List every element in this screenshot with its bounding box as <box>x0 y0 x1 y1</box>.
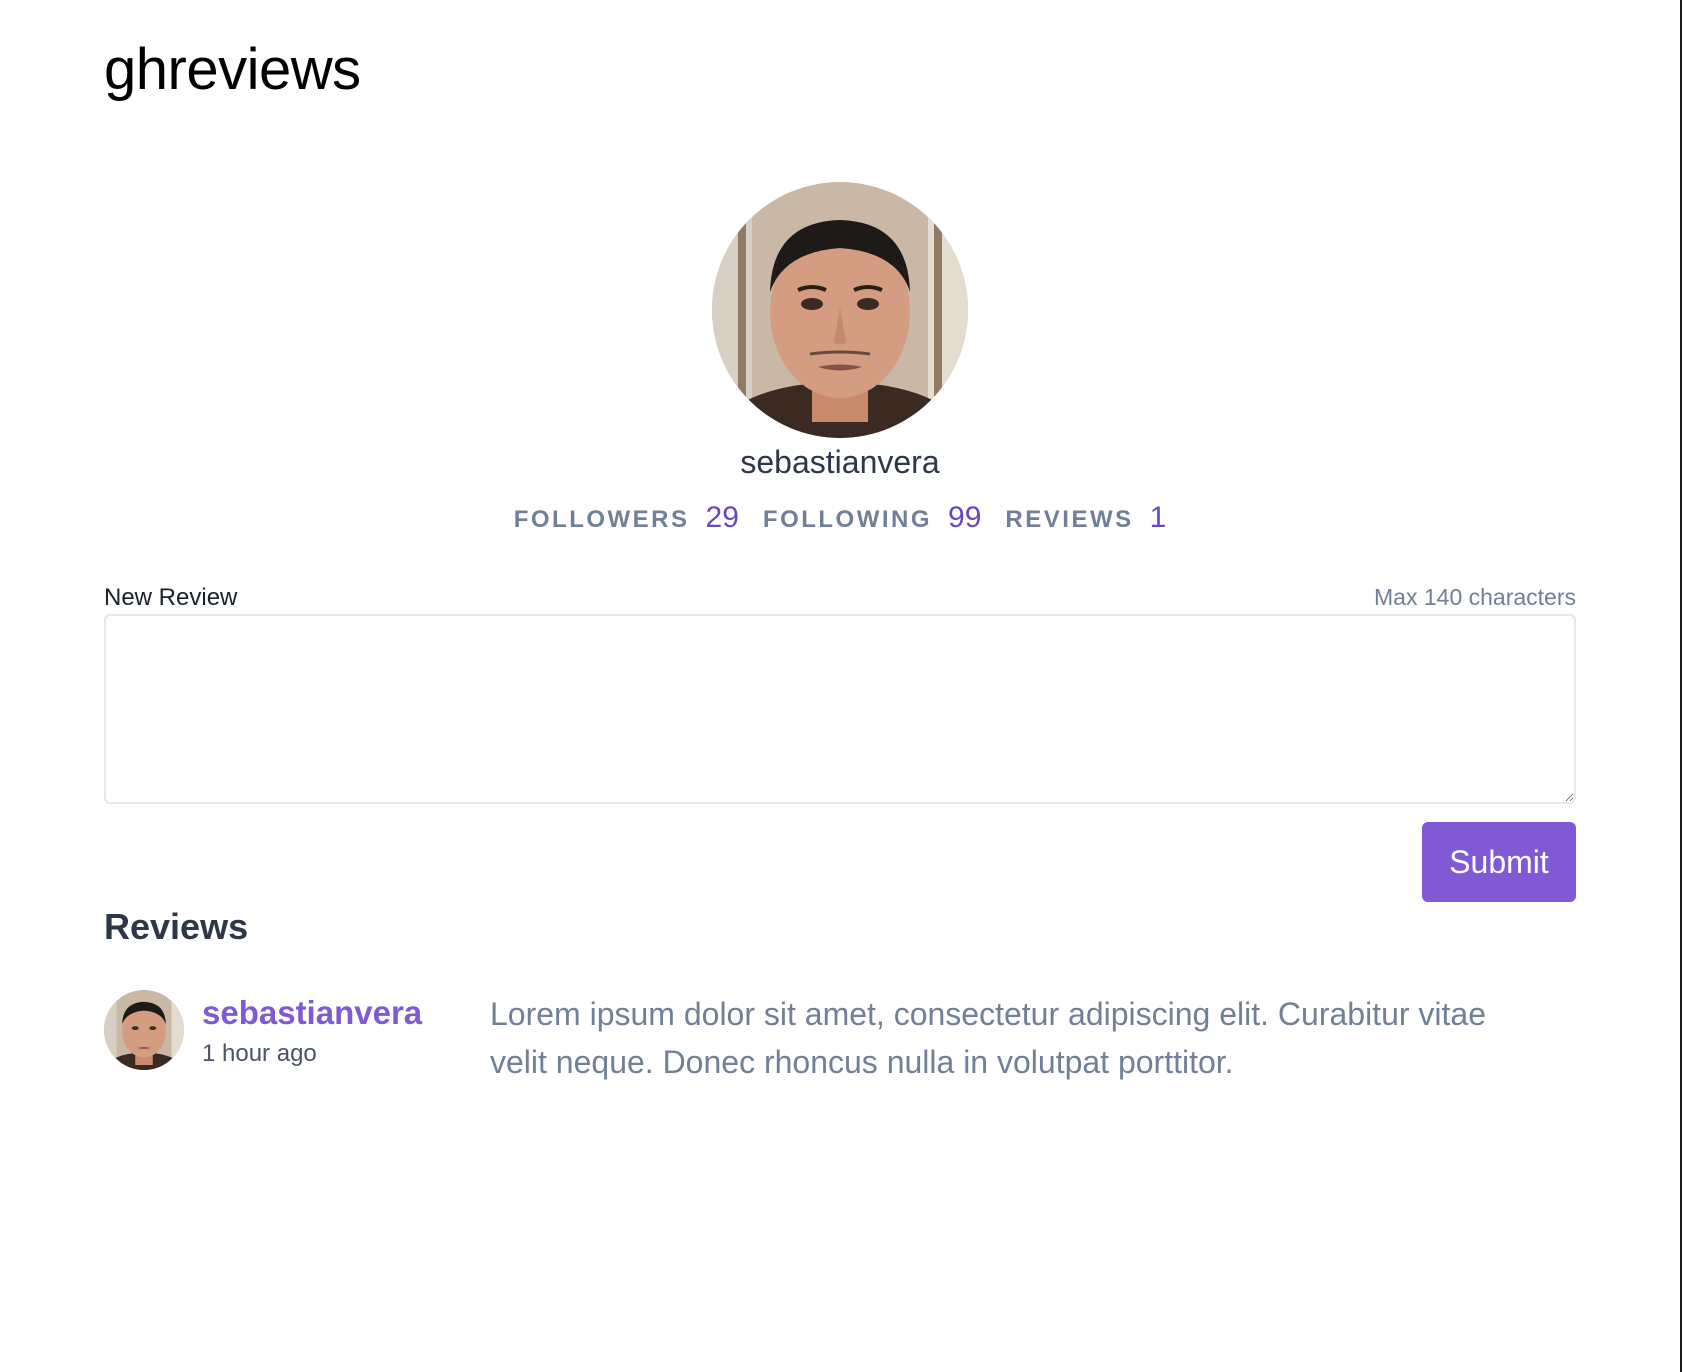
profile-stats: FOLLOWERS 29 FOLLOWING 99 REVIEWS 1 <box>104 501 1576 535</box>
review-author-link[interactable]: sebastianvera <box>202 994 488 1032</box>
page: ghreviews sebastianvera FOLLOWERS 29 FOL… <box>0 0 1682 1372</box>
stat-following: FOLLOWING 99 <box>763 501 982 535</box>
new-review-label: New Review <box>104 584 238 611</box>
stat-reviews: REVIEWS 1 <box>1005 501 1166 535</box>
profile-section: sebastianvera FOLLOWERS 29 FOLLOWING 99 … <box>104 182 1576 535</box>
review-item: sebastianvera 1 hour ago Lorem ipsum dol… <box>104 990 1576 1086</box>
stat-value: 29 <box>705 501 739 534</box>
max-characters-hint: Max 140 characters <box>1374 584 1576 610</box>
app-title[interactable]: ghreviews <box>104 36 361 103</box>
reviews-heading: Reviews <box>104 906 249 947</box>
stat-label: FOLLOWING <box>762 506 933 533</box>
review-timestamp: 1 hour ago <box>202 1040 317 1067</box>
review-body: Lorem ipsum dolor sit amet, consectetur … <box>490 996 1486 1080</box>
user-avatar-photo-icon <box>712 182 968 438</box>
stat-followers: FOLLOWERS 29 <box>514 501 739 535</box>
stat-value: 99 <box>948 501 982 534</box>
profile-username: sebastianvera <box>740 444 940 480</box>
user-avatar-photo-icon <box>104 990 184 1070</box>
review-author-avatar[interactable] <box>104 990 184 1070</box>
stat-label: FOLLOWERS <box>513 506 690 533</box>
new-review-textarea[interactable] <box>104 614 1576 804</box>
stat-value: 1 <box>1149 501 1167 534</box>
stat-label: REVIEWS <box>1005 506 1134 533</box>
submit-button[interactable]: Submit <box>1422 822 1576 902</box>
profile-avatar <box>712 182 968 438</box>
review-form-header: New Review Max 140 characters <box>104 584 1576 612</box>
review-meta: sebastianvera 1 hour ago <box>202 990 488 1086</box>
